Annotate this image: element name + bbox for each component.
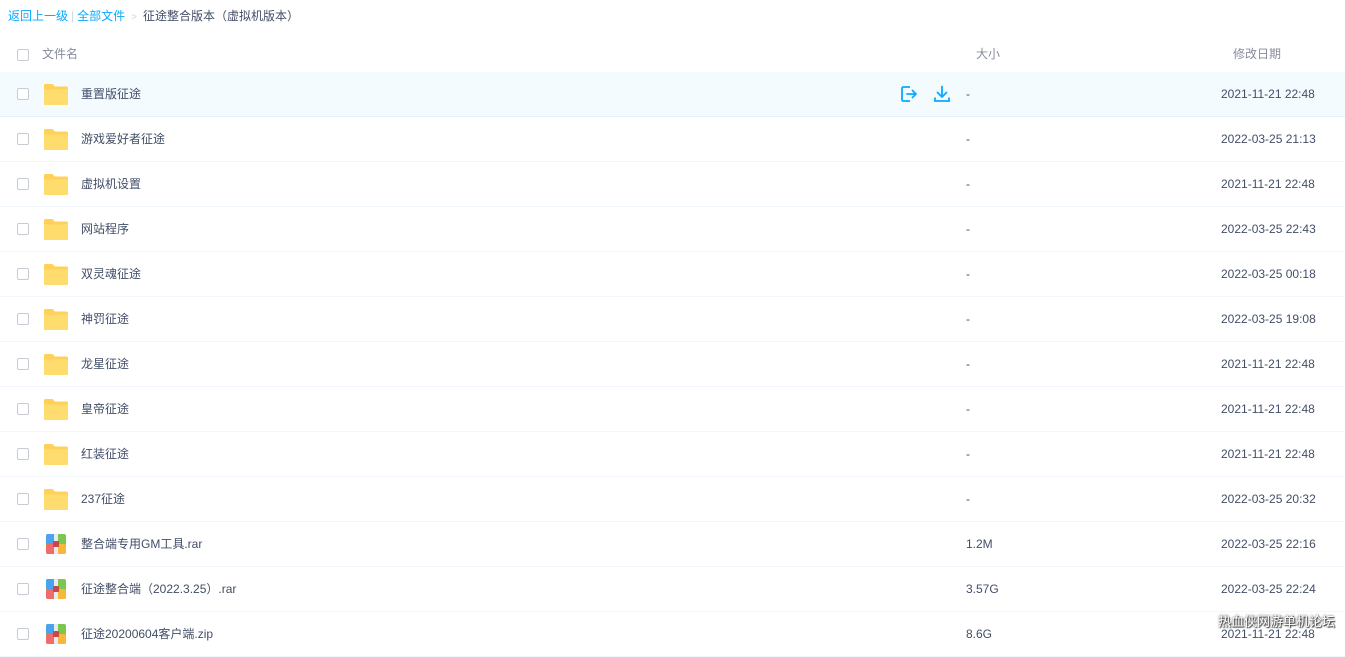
row-checkbox[interactable] [17, 583, 29, 595]
file-size: - [966, 402, 970, 416]
file-name[interactable]: 红装征途 [81, 446, 129, 462]
archive-icon [43, 622, 69, 646]
row-checkbox[interactable] [17, 178, 29, 190]
row-checkbox[interactable] [17, 628, 29, 640]
row-checkbox[interactable] [17, 448, 29, 460]
file-row[interactable]: 重置版征途 - 2021-11-21 22:48 [0, 72, 1345, 117]
file-row[interactable]: 237征途 - 2022-03-25 20:32 [0, 477, 1345, 522]
column-name-header[interactable]: 文件名 [42, 46, 78, 62]
file-name[interactable]: 237征途 [81, 491, 125, 507]
breadcrumb: 返回上一级 | 全部文件 > 征途整合版本（虚拟机版本） [8, 8, 299, 24]
file-size: - [966, 222, 970, 236]
file-name[interactable]: 网站程序 [81, 221, 129, 237]
file-size: - [966, 177, 970, 191]
file-name[interactable]: 双灵魂征途 [81, 266, 141, 282]
row-checkbox[interactable] [17, 538, 29, 550]
file-date: 2022-03-25 19:08 [1221, 312, 1316, 326]
file-size: - [966, 447, 970, 461]
archive-icon [43, 577, 69, 601]
row-checkbox[interactable] [17, 313, 29, 325]
file-size: 1.2M [966, 537, 993, 551]
file-row[interactable]: 双灵魂征途 - 2022-03-25 00:18 [0, 252, 1345, 297]
file-row[interactable]: 皇帝征途 - 2021-11-21 22:48 [0, 387, 1345, 432]
file-date: 2022-03-25 20:32 [1221, 492, 1316, 506]
download-icon[interactable] [932, 84, 952, 104]
file-row[interactable]: 虚拟机设置 - 2021-11-21 22:48 [0, 162, 1345, 207]
file-size: 3.57G [966, 582, 999, 596]
file-date: 2022-03-25 21:13 [1221, 132, 1316, 146]
file-row[interactable]: 神罚征途 - 2022-03-25 19:08 [0, 297, 1345, 342]
file-row[interactable]: 网站程序 - 2022-03-25 22:43 [0, 207, 1345, 252]
row-checkbox[interactable] [17, 268, 29, 280]
file-name[interactable]: 皇帝征途 [81, 401, 129, 417]
file-size: - [966, 132, 970, 146]
file-name[interactable]: 游戏爱好者征途 [81, 131, 165, 147]
file-list-header: 文件名 大小 修改日期 [0, 34, 1345, 73]
row-checkbox[interactable] [17, 403, 29, 415]
file-row[interactable]: 龙星征途 - 2021-11-21 22:48 [0, 342, 1345, 387]
file-size: - [966, 357, 970, 371]
file-date: 2022-03-25 22:43 [1221, 222, 1316, 236]
share-icon[interactable] [899, 84, 919, 104]
current-folder: 征途整合版本（虚拟机版本） [143, 9, 300, 23]
row-checkbox[interactable] [17, 88, 29, 100]
column-date-header[interactable]: 修改日期 [1233, 46, 1281, 62]
row-checkbox[interactable] [17, 223, 29, 235]
file-size: - [966, 312, 970, 326]
file-row[interactable]: 征途整合端（2022.3.25）.rar 3.57G 2022-03-25 22… [0, 567, 1345, 612]
breadcrumb-separator: | [71, 9, 75, 23]
folder-icon [43, 487, 69, 511]
all-files-link[interactable]: 全部文件 [77, 9, 125, 23]
watermark: 热血侠网游单机论坛 [1217, 614, 1335, 629]
column-size-header[interactable]: 大小 [976, 46, 1000, 62]
file-name[interactable]: 征途20200604客户端.zip [81, 626, 213, 642]
file-size: 8.6G [966, 627, 993, 641]
file-date: 2022-03-25 22:16 [1221, 537, 1316, 551]
file-row[interactable]: 红装征途 - 2021-11-21 22:48 [0, 432, 1345, 477]
folder-icon [43, 397, 69, 421]
breadcrumb-arrow: > [131, 12, 137, 23]
file-date: 2021-11-21 22:48 [1221, 447, 1315, 461]
file-date: 2021-11-21 22:48 [1221, 357, 1315, 371]
folder-icon [43, 442, 69, 466]
row-checkbox[interactable] [17, 358, 29, 370]
folder-icon [43, 262, 69, 286]
folder-icon [43, 352, 69, 376]
file-row[interactable]: 整合端专用GM工具.rar 1.2M 2022-03-25 22:16 [0, 522, 1345, 567]
file-name[interactable]: 虚拟机设置 [81, 176, 141, 192]
file-date: 2022-03-25 00:18 [1221, 267, 1316, 281]
row-checkbox[interactable] [17, 133, 29, 145]
folder-icon [43, 82, 69, 106]
archive-icon [43, 532, 69, 556]
file-size: - [966, 267, 970, 281]
select-all-checkbox[interactable] [17, 49, 29, 61]
file-name[interactable]: 重置版征途 [81, 86, 141, 102]
file-name[interactable]: 征途整合端（2022.3.25）.rar [81, 581, 236, 597]
back-link[interactable]: 返回上一级 [8, 9, 68, 23]
file-date: 2021-11-21 22:48 [1221, 402, 1315, 416]
folder-icon [43, 127, 69, 151]
file-size: - [966, 492, 970, 506]
file-date: 2022-03-25 22:24 [1221, 582, 1316, 596]
folder-icon [43, 217, 69, 241]
file-date: 2021-11-21 22:48 [1221, 87, 1315, 101]
file-name[interactable]: 整合端专用GM工具.rar [81, 536, 202, 552]
folder-icon [43, 307, 69, 331]
file-name[interactable]: 龙星征途 [81, 356, 129, 372]
file-row[interactable]: 游戏爱好者征途 - 2022-03-25 21:13 [0, 117, 1345, 162]
file-size: - [966, 87, 970, 101]
file-row[interactable]: 征途20200604客户端.zip 8.6G 2021-11-21 22:48 [0, 612, 1345, 657]
file-list: 重置版征途 - 2021-11-21 22:48 游戏爱好者征途 - 2022-… [0, 72, 1345, 657]
file-name[interactable]: 神罚征途 [81, 311, 129, 327]
row-checkbox[interactable] [17, 493, 29, 505]
file-date: 2021-11-21 22:48 [1221, 177, 1315, 191]
folder-icon [43, 172, 69, 196]
